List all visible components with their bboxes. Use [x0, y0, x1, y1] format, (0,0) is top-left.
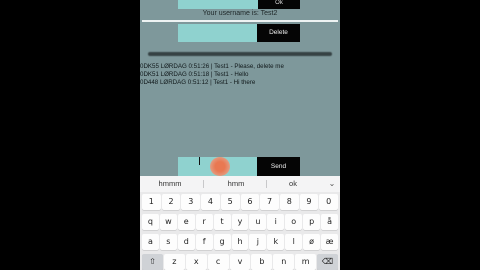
divider-shadow	[148, 52, 332, 56]
phone-screen: Ok Your username is: Test2 Delete 0DK55 …	[140, 0, 340, 270]
key[interactable]: n	[273, 254, 295, 270]
on-screen-keyboard: hmmm hmm ok ⌄ 1 2 3 4 5 6 7 8 9 0 q w e …	[140, 176, 340, 270]
key[interactable]: å	[321, 214, 338, 230]
ok-button[interactable]: Ok	[258, 0, 300, 9]
keyboard-row-bottom: ⇧ z x c v b n m ⌫	[142, 254, 339, 270]
key[interactable]: 3	[181, 194, 201, 210]
shift-key[interactable]: ⇧	[142, 254, 163, 270]
key[interactable]: f	[195, 234, 213, 250]
key[interactable]: m	[295, 254, 317, 270]
key[interactable]: 4	[201, 194, 220, 210]
key[interactable]: v	[229, 254, 251, 270]
key[interactable]: 7	[260, 194, 279, 210]
key[interactable]: c	[207, 254, 229, 270]
text-cursor	[199, 157, 200, 165]
key[interactable]: w	[159, 214, 177, 230]
key[interactable]: a	[142, 234, 159, 250]
keyboard-row-top: q w e r t y u i o p å	[142, 214, 338, 230]
key[interactable]: t	[213, 214, 231, 230]
key[interactable]: s	[159, 234, 177, 250]
chevron-down-icon[interactable]: ⌄	[327, 179, 337, 189]
key[interactable]: 8	[279, 194, 299, 210]
key[interactable]: o	[285, 214, 303, 230]
key[interactable]: u	[249, 214, 267, 230]
backspace-key[interactable]: ⌫	[317, 254, 339, 270]
key[interactable]: k	[267, 234, 285, 250]
keyboard-row-middle: a s d f g h j k l ø æ	[142, 234, 338, 250]
key[interactable]: x	[185, 254, 207, 270]
message-item: 0D448 LØRDAG 0:51:12 | Test1 - Hi there	[140, 79, 256, 86]
keyboard-row-numbers: 1 2 3 4 5 6 7 8 9 0	[142, 194, 339, 210]
key[interactable]: j	[249, 234, 267, 250]
key[interactable]: g	[213, 234, 231, 250]
key[interactable]: p	[303, 214, 321, 230]
suggestion-item[interactable]: hmm	[206, 176, 266, 192]
send-button[interactable]: Send	[257, 157, 300, 176]
key[interactable]: 1	[142, 194, 161, 210]
username-input[interactable]	[178, 0, 258, 9]
username-label: Your username is: Test2	[202, 10, 278, 17]
key[interactable]: h	[231, 234, 249, 250]
key[interactable]: æ	[321, 234, 338, 250]
key[interactable]: 2	[161, 194, 181, 210]
key[interactable]: e	[177, 214, 195, 230]
suggestion-item[interactable]: ok	[266, 176, 320, 192]
key[interactable]: 9	[299, 194, 319, 210]
chat-app: Ok Your username is: Test2 Delete 0DK55 …	[140, 0, 340, 176]
key[interactable]: 5	[220, 194, 240, 210]
key[interactable]: r	[195, 214, 213, 230]
key[interactable]: q	[142, 214, 159, 230]
suggestion-item[interactable]: hmmm	[140, 176, 200, 192]
divider	[142, 20, 338, 22]
message-list: 0DK55 LØRDAG 0:51:26 | Test1 - Please, d…	[140, 63, 340, 87]
divider	[203, 180, 204, 188]
delete-input[interactable]	[178, 24, 257, 42]
key[interactable]: y	[231, 214, 249, 230]
message-item: 0DK51 LØRDAG 0:51:18 | Test1 - Hello	[140, 71, 249, 78]
touch-indicator	[210, 157, 230, 176]
key[interactable]: l	[285, 234, 303, 250]
key[interactable]: i	[267, 214, 285, 230]
key[interactable]: ø	[303, 234, 321, 250]
suggestion-bar: hmmm hmm ok ⌄	[140, 176, 340, 192]
delete-button[interactable]: Delete	[257, 24, 300, 42]
key[interactable]: d	[177, 234, 195, 250]
key[interactable]: z	[163, 254, 185, 270]
message-item: 0DK55 LØRDAG 0:51:26 | Test1 - Please, d…	[140, 63, 284, 70]
key[interactable]: 0	[319, 194, 339, 210]
key[interactable]: b	[251, 254, 273, 270]
key[interactable]: 6	[240, 194, 260, 210]
